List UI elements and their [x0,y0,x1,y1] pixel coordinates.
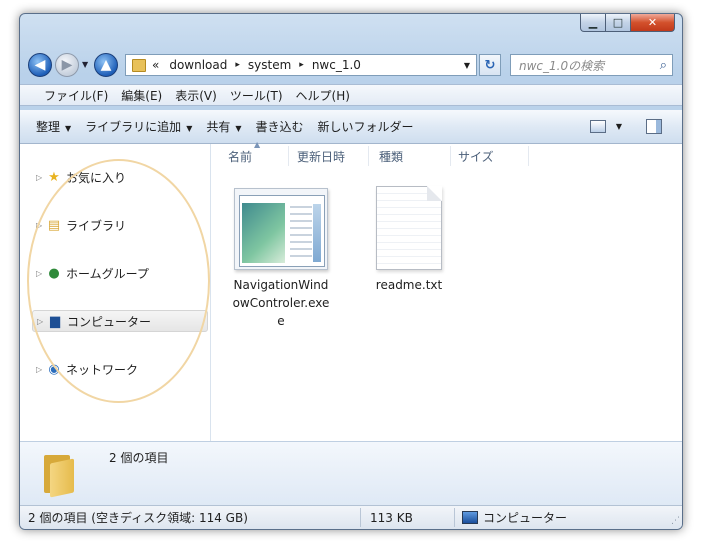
burn-button[interactable]: 書き込む [256,118,304,135]
resize-grip[interactable]: ⋰ [671,516,680,526]
status-divider [454,508,455,527]
computer-icon: ▆ [50,313,60,329]
expand-arrow-icon[interactable]: ▷ [36,173,46,182]
column-header-type[interactable]: 種類 [369,146,451,166]
network-icon: ◉ [48,361,60,377]
column-header-size[interactable]: サイズ [451,146,529,166]
menu-view[interactable]: 表示(V) [175,87,217,104]
nav-item-homegroup[interactable]: ▷ ● ホームグループ [36,262,149,284]
search-placeholder: nwc_1.0の検索 [519,58,605,73]
organize-button[interactable]: 整理 ▼ [36,118,71,135]
breadcrumb-overflow[interactable]: « [152,58,159,72]
folder-icon [132,58,146,72]
address-dropdown-icon[interactable]: ▼ [464,61,470,70]
expand-arrow-icon[interactable]: ▷ [36,365,46,374]
address-bar[interactable]: « download ▸ system ▸ nwc_1.0 ▼ [125,54,477,76]
explorer-window: ▁ □ ✕ ◀ ▶ ▼ ▲ « download ▸ system ▸ nwc_… [19,13,683,530]
close-button[interactable]: ✕ [631,14,675,32]
back-button[interactable]: ◀ [28,53,52,77]
chevron-down-icon: ▼ [65,124,72,133]
caption-buttons: ▁ □ ✕ [580,14,675,32]
status-items-free: 2 個の項目 (空きディスク領域: 114 GB) [28,511,248,525]
nav-item-label: コンピューター [67,314,152,329]
maximize-button[interactable]: □ [606,14,631,32]
status-location: コンピューター [462,506,567,529]
chevron-down-icon: ▼ [235,124,242,133]
sort-ascending-icon: ▲ [254,140,261,149]
text-file-icon [376,186,442,270]
file-name-line: owControler.exe [232,296,330,310]
menu-edit[interactable]: 編集(E) [121,87,162,104]
nav-item-label: ホームグループ [66,266,149,281]
command-bar: 整理 ▼ ライブラリに追加 ▼ 共有 ▼ 書き込む 新しいフォルダー ▼ [20,110,682,144]
expand-arrow-icon[interactable]: ▷ [36,269,46,278]
new-folder-button[interactable]: 新しいフォルダー [318,118,414,135]
breadcrumb-system[interactable]: system [248,58,291,72]
nav-item-network[interactable]: ▷ ◉ ネットワーク [36,358,138,380]
file-name-line: e [277,314,285,328]
menu-tools[interactable]: ツール(T) [230,87,283,104]
column-label: 種類 [379,149,404,164]
view-options-dropdown[interactable]: ▼ [616,122,622,131]
up-button[interactable]: ▲ [94,53,118,77]
nav-item-label: ネットワーク [66,362,139,377]
share-button[interactable]: 共有 ▼ [206,118,241,135]
refresh-button[interactable]: ↻ [479,54,501,76]
breadcrumb-nwc[interactable]: nwc_1.0 [312,58,361,72]
navigation-pane[interactable]: ▷ ★ お気に入り ▷ ▤ ライブラリ ▷ ● ホームグループ ▷ ▆ コンピュ… [20,144,211,441]
nav-item-computer[interactable]: ▷ ▆ コンピューター [32,310,208,332]
breadcrumb-separator[interactable]: ▸ [299,60,304,70]
nav-item-label: お気に入り [66,170,127,185]
file-name-line: NavigationWind [233,278,329,292]
status-location-label: コンピューター [483,511,568,525]
chevron-down-icon: ▼ [186,124,193,133]
status-divider [360,508,361,527]
expand-arrow-icon[interactable]: ▷ [36,221,46,230]
recent-pages-dropdown[interactable]: ▼ [82,60,88,69]
computer-icon [462,511,478,524]
status-bar: 2 個の項目 (空きディスク領域: 114 GB) 113 KB コンピューター… [20,505,682,529]
details-pane: 2 個の項目 [20,441,682,505]
column-header-modified[interactable]: 更新日時 [289,146,369,166]
homegroup-icon: ● [48,265,60,281]
file-item-exe[interactable]: NavigationWind owControler.exe e [225,188,337,330]
breadcrumb-download[interactable]: download [169,58,227,72]
column-header-name[interactable]: ▲ 名前 [211,140,289,166]
add-to-library-button[interactable]: ライブラリに追加 ▼ [85,118,192,135]
file-item-readme[interactable]: readme.txt [361,186,457,294]
file-name: NavigationWind owControler.exe e [225,276,337,330]
menu-file[interactable]: ファイル(F) [44,87,108,104]
search-input[interactable]: nwc_1.0の検索 ⌕ [510,54,673,76]
forward-button[interactable]: ▶ [55,53,79,77]
folder-icon [44,455,78,498]
column-headers: ▲ 名前 更新日時 種類 サイズ [211,140,682,168]
nav-item-libraries[interactable]: ▷ ▤ ライブラリ [36,214,126,236]
organize-label: 整理 [36,120,61,134]
nav-item-label: ライブラリ [66,218,127,233]
menu-bar: ファイル(F) 編集(E) 表示(V) ツール(T) ヘルプ(H) [20,84,682,106]
exe-thumbnail-icon [234,188,328,270]
file-list-pane[interactable]: ▲ 名前 更新日時 種類 サイズ NavigationWind owContro… [211,140,682,441]
nav-item-favorites[interactable]: ▷ ★ お気に入り [36,166,126,188]
change-view-icon[interactable] [589,120,606,133]
expand-arrow-icon[interactable]: ▷ [37,317,47,326]
library-icon: ▤ [47,217,61,233]
menu-help[interactable]: ヘルプ(H) [296,87,350,104]
add-to-library-label: ライブラリに追加 [85,120,182,134]
search-icon[interactable]: ⌕ [660,58,667,73]
breadcrumb-separator[interactable]: ▸ [235,60,240,70]
view-controls: ▼ [589,119,662,134]
file-name: readme.txt [375,278,443,292]
details-summary: 2 個の項目 [109,451,169,465]
star-icon: ★ [48,169,60,185]
status-size: 113 KB [370,510,413,525]
navigation-row: ◀ ▶ ▼ ▲ « download ▸ system ▸ nwc_1.0 ▼ … [28,51,678,79]
column-label: サイズ [458,149,494,164]
content-area: ▷ ★ お気に入り ▷ ▤ ライブラリ ▷ ● ホームグループ ▷ ▆ コンピュ… [20,140,682,441]
column-label: 名前 [228,149,253,164]
share-label: 共有 [206,120,231,134]
column-label: 更新日時 [297,149,346,164]
preview-pane-icon[interactable] [646,119,662,134]
minimize-button[interactable]: ▁ [580,14,606,32]
